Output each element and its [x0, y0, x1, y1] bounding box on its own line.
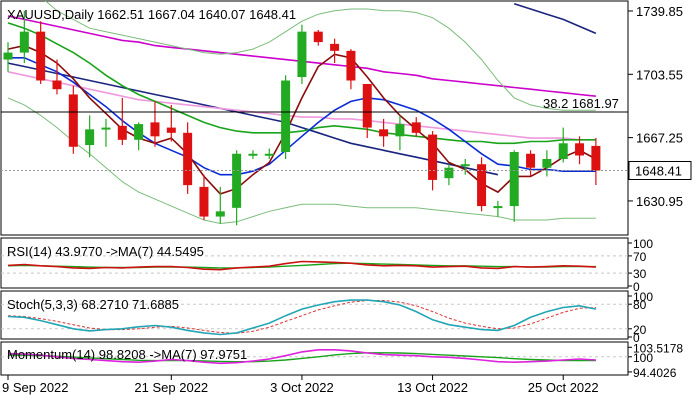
candle-body	[379, 129, 389, 137]
rsi-tick-label: 30	[633, 267, 647, 281]
candle-body	[36, 31, 46, 81]
candle-body	[444, 167, 454, 179]
candle-body	[166, 127, 176, 133]
candle-body	[150, 122, 160, 137]
candle-body	[52, 80, 62, 90]
candle-body	[281, 80, 291, 153]
price-tick-label: 1667.25	[636, 131, 683, 146]
candle-body	[330, 43, 340, 51]
price-tick-label: 1703.55	[636, 67, 683, 82]
candle-body	[526, 153, 536, 168]
candle-body	[85, 129, 95, 146]
candle-body	[509, 152, 519, 207]
candle-body	[183, 132, 193, 186]
candle-body	[395, 124, 405, 137]
x-tick-label: 3 Oct 2022	[270, 380, 334, 395]
candle-body	[19, 31, 29, 53]
candle-body	[428, 134, 438, 180]
candle-body	[264, 153, 274, 156]
candle-body	[134, 124, 144, 140]
rsi-tick-label: 70	[633, 250, 647, 264]
candle-body	[117, 125, 127, 140]
last-price-box: 1648.41	[628, 160, 692, 180]
fib-level-label: 38.2 1681.97	[543, 96, 619, 111]
price-tick-label: 1630.95	[636, 194, 683, 209]
x-tick-label: 21 Sep 2022	[134, 380, 208, 395]
stoch-tick-label: 80	[633, 298, 647, 312]
candle-body	[591, 145, 601, 171]
candle-body	[558, 143, 568, 159]
candle-body	[215, 211, 225, 217]
price-tick-label: 1739.85	[636, 4, 683, 19]
x-tick-label: 9 Sep 2022	[2, 380, 69, 395]
forex-chart: 38.2 1681.97 XAUUSD,Daily 1662.51 1667.0…	[0, 0, 700, 400]
candle-body	[232, 153, 242, 208]
candle-body	[297, 31, 307, 78]
x-tick-label: 13 Oct 2022	[397, 380, 468, 395]
candle-body	[542, 158, 552, 168]
candle-body	[68, 94, 78, 147]
candle-body	[411, 122, 421, 133]
candle-body	[460, 164, 470, 167]
momentum-tick-label: 94.4026	[633, 366, 677, 380]
candle-body	[575, 143, 585, 156]
candle-body	[101, 127, 111, 130]
x-tick-label: 25 Oct 2022	[528, 380, 599, 395]
candle-body	[346, 50, 356, 81]
stoch-header: Stoch(5,3,3) 68.2710 71.6885	[7, 297, 179, 312]
candle-body	[493, 206, 503, 209]
momentum-tick-label: 100	[633, 351, 653, 365]
candle-body	[3, 52, 13, 60]
last-price-label: 1648.41	[635, 163, 682, 178]
candle-body	[248, 153, 258, 156]
candle-body	[199, 186, 209, 217]
rsi-tick-label: 100	[633, 237, 653, 251]
momentum-header: Momentum(14) 98.8208 ->MA(7) 97.9751	[7, 347, 247, 362]
candle-body	[362, 83, 372, 128]
price-header: XAUUSD,Daily 1662.51 1667.04 1640.07 164…	[7, 7, 296, 22]
rsi-header: RSI(14) 43.9770 ->MA(7) 44.5495	[7, 244, 204, 259]
candle-body	[313, 31, 323, 43]
